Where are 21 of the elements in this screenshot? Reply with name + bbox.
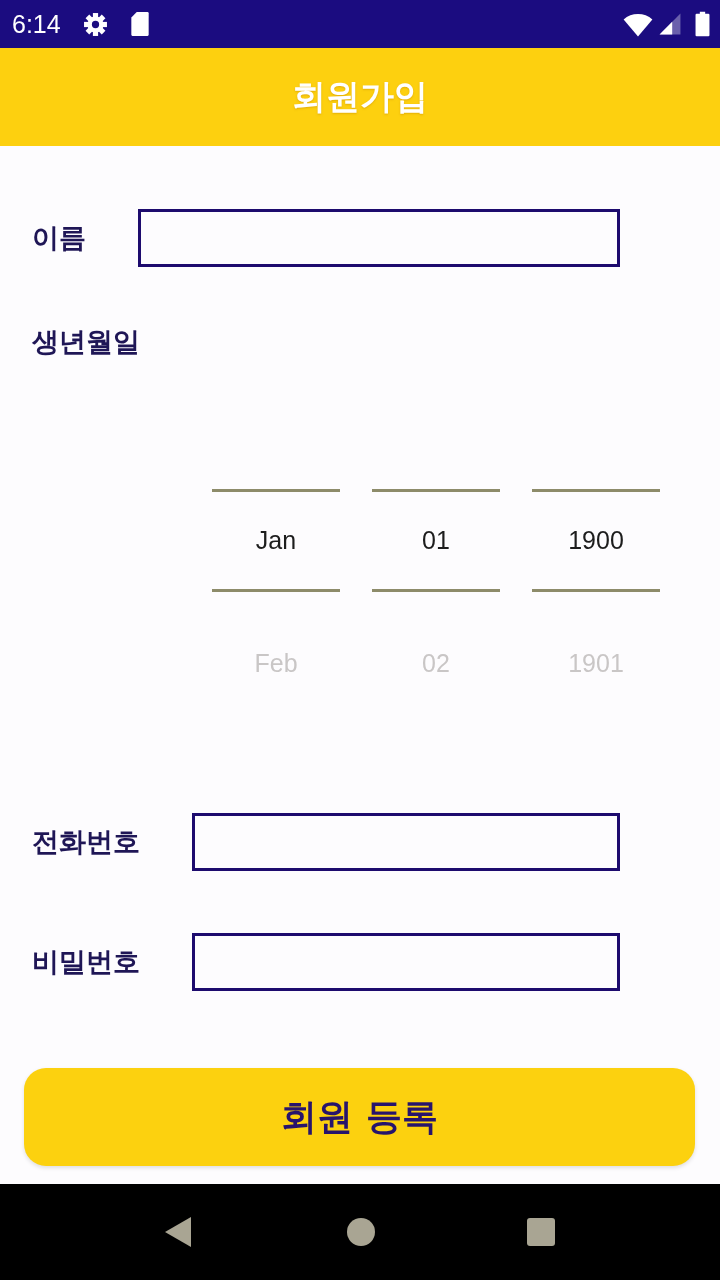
text-input[interactable] [138, 209, 620, 267]
picker-value[interactable]: 1900 [568, 526, 624, 555]
field-label: 비밀번호 [32, 945, 140, 979]
picker-value[interactable]: 01 [422, 526, 450, 555]
field-label: 생년월일 [32, 326, 140, 358]
settings-icon [82, 11, 108, 37]
wifi-icon [623, 11, 653, 37]
screen-title: 회원가입 [292, 75, 428, 118]
back-icon[interactable] [164, 1216, 192, 1248]
recents-icon[interactable] [526, 1217, 556, 1247]
status-time: 6:14 [12, 9, 61, 39]
signal-icon [659, 13, 681, 35]
picker-value[interactable]: Jan [255, 526, 297, 555]
field-label: 전화번호 [32, 825, 140, 859]
register-button[interactable]: 회원 등록 [24, 1068, 695, 1166]
text-input[interactable] [192, 933, 620, 991]
text-input[interactable] [192, 813, 620, 871]
field-label: 이름 [32, 221, 86, 255]
sd-card-icon [129, 11, 150, 37]
battery-icon [695, 11, 710, 37]
home-icon[interactable] [346, 1217, 376, 1247]
